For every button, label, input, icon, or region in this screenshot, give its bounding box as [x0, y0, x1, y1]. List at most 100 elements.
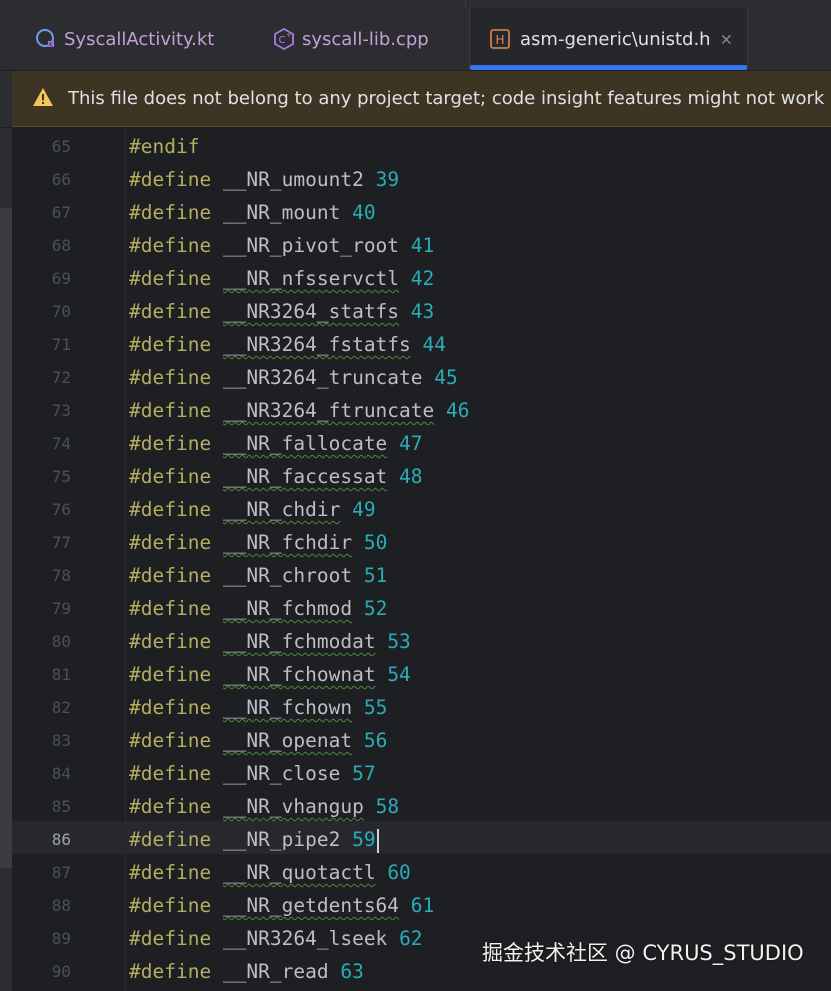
code-text: #define __NR3264_truncate 45 [129, 361, 458, 394]
macro-name: __NR3264_statfs [222, 300, 400, 323]
macro-value: 59 [352, 828, 376, 851]
code-text: #define __NR_nfsservctl 42 [129, 262, 434, 295]
macro-name: __NR_quotactl [222, 861, 376, 884]
code-line[interactable]: 80 #define __NR_fchmodat 53 [0, 625, 831, 658]
tab-syscall-lib[interactable]: C + syscall-lib.cpp [268, 8, 468, 70]
preprocessor-directive: #define [129, 861, 212, 884]
code-line[interactable]: 79 #define __NR_fchmod 52 [0, 592, 831, 625]
macro-name: __NR3264_truncate [222, 366, 423, 389]
code-text: #define __NR_openat 56 [129, 724, 387, 757]
code-line[interactable]: 86 #define __NR_pipe2 59 [0, 823, 831, 856]
code-editor[interactable]: 65 #endif 66 #define __NR_umount2 39 67 #defi… [0, 128, 831, 991]
tab-syscall-activity[interactable]: K SyscallActivity.kt [30, 8, 240, 70]
code-line[interactable]: 74 #define __NR_fallocate 47 [0, 427, 831, 460]
code-line[interactable]: 78 #define __NR_chroot 51 [0, 559, 831, 592]
banner-message: This file does not belong to any project… [68, 88, 831, 109]
code-text: #define __NR_chdir 49 [129, 493, 376, 526]
code-text: #define __NR_vhangup 58 [129, 790, 399, 823]
code-text: #define __NR3264_lseek 62 [129, 922, 423, 955]
macro-value: 41 [410, 234, 435, 257]
line-number: 67 [51, 203, 71, 222]
macro-name: __NR_read [222, 960, 329, 983]
macro-name: __NR_fchmodat [222, 630, 376, 653]
macro-value: 46 [446, 399, 470, 422]
kotlin-class-icon: K [34, 27, 58, 51]
macro-name: __NR_nfsservctl [222, 267, 400, 290]
close-icon[interactable]: × [720, 30, 733, 49]
code-text: #define __NR_quotactl 60 [129, 856, 411, 889]
code-line[interactable]: 66 #define __NR_umount2 39 [0, 163, 831, 196]
macro-value: 60 [387, 861, 411, 884]
code-text: #define __NR3264_statfs 43 [129, 295, 434, 328]
code-line[interactable]: 82 #define __NR_fchown 55 [0, 691, 831, 724]
code-line[interactable]: 72 #define __NR3264_truncate 45 [0, 361, 831, 394]
code-text: #define __NR_getdents64 61 [129, 889, 434, 922]
macro-value: 53 [387, 630, 411, 653]
code-line[interactable]: 69 #define __NR_nfsservctl 42 [0, 262, 831, 295]
macro-value: 56 [363, 729, 388, 752]
code-text: #define __NR_fchownat 54 [129, 658, 411, 691]
line-number: 80 [51, 632, 71, 651]
preprocessor-directive: #endif [129, 135, 200, 158]
text-caret [376, 828, 379, 853]
code-line[interactable]: 85 #define __NR_vhangup 58 [0, 790, 831, 823]
code-line[interactable]: 87 #define __NR_quotactl 60 [0, 856, 831, 889]
code-line[interactable]: 88 #define __NR_getdents64 61 [0, 889, 831, 922]
code-text: #define __NR3264_fstatfs 44 [129, 328, 446, 361]
code-line[interactable]: 77 #define __NR_fchdir 50 [0, 526, 831, 559]
macro-value: 57 [352, 762, 376, 785]
preprocessor-directive: #define [129, 828, 212, 851]
code-line[interactable]: 75 #define __NR_faccessat 48 [0, 460, 831, 493]
code-line[interactable]: 76 #define __NR_chdir 49 [0, 493, 831, 526]
code-text: #define __NR_umount2 39 [129, 163, 399, 196]
macro-value: 48 [399, 465, 423, 488]
code-line[interactable]: 65 #endif [0, 130, 831, 163]
line-number: 86 [51, 830, 71, 849]
preprocessor-directive: #define [129, 960, 212, 983]
macro-value: 40 [352, 201, 376, 224]
preprocessor-directive: #define [129, 333, 212, 356]
preprocessor-directive: #define [129, 168, 212, 191]
macro-value: 47 [399, 432, 423, 455]
macro-value: 44 [422, 333, 447, 356]
code-text: #define __NR_fallocate 47 [129, 427, 423, 460]
macro-value: 39 [375, 168, 400, 191]
preprocessor-directive: #define [129, 531, 212, 554]
macro-name: __NR3264_lseek [222, 927, 388, 950]
line-number: 79 [51, 599, 71, 618]
svg-text:+: + [286, 31, 292, 39]
code-line[interactable]: 68 #define __NR_pivot_root 41 [0, 229, 831, 262]
line-number: 77 [51, 533, 71, 552]
macro-name: __NR_fchownat [222, 663, 376, 686]
preprocessor-directive: #define [129, 564, 212, 587]
code-line[interactable]: 71 #define __NR3264_fstatfs 44 [0, 328, 831, 361]
line-number: 88 [51, 896, 71, 915]
svg-text:H: H [496, 33, 505, 47]
code-text: #endif [129, 130, 199, 163]
code-text: #define __NR_close 57 [129, 757, 376, 790]
macro-value: 45 [434, 366, 458, 389]
code-line[interactable]: 73 #define __NR3264_ftruncate 46 [0, 394, 831, 427]
code-line[interactable]: 70 #define __NR3264_statfs 43 [0, 295, 831, 328]
code-line[interactable]: 81 #define __NR_fchownat 54 [0, 658, 831, 691]
tab-unistd-h[interactable]: H asm-generic\unistd.h × [469, 8, 748, 70]
preprocessor-directive: #define [129, 729, 212, 752]
macro-value: 52 [363, 597, 388, 620]
line-number: 78 [51, 566, 71, 585]
ide-window: K SyscallActivity.kt C + syscall-lib.cpp… [0, 0, 831, 991]
preprocessor-directive: #define [129, 201, 212, 224]
preprocessor-directive: #define [129, 465, 212, 488]
code-text: #define __NR_read 63 [129, 955, 364, 988]
macro-value: 54 [387, 663, 411, 686]
macro-name: __NR_chdir [222, 498, 341, 521]
macro-name: __NR_fchdir [222, 531, 353, 554]
macro-name: __NR3264_fstatfs [222, 333, 411, 356]
macro-value: 61 [410, 894, 435, 917]
code-line[interactable]: 67 #define __NR_mount 40 [0, 196, 831, 229]
line-number: 70 [51, 302, 71, 321]
macro-name: __NR_pivot_root [222, 234, 400, 257]
code-line[interactable]: 83 #define __NR_openat 56 [0, 724, 831, 757]
line-number: 66 [51, 170, 71, 189]
code-line[interactable]: 84 #define __NR_close 57 [0, 757, 831, 790]
macro-name: __NR_pipe2 [222, 828, 341, 851]
